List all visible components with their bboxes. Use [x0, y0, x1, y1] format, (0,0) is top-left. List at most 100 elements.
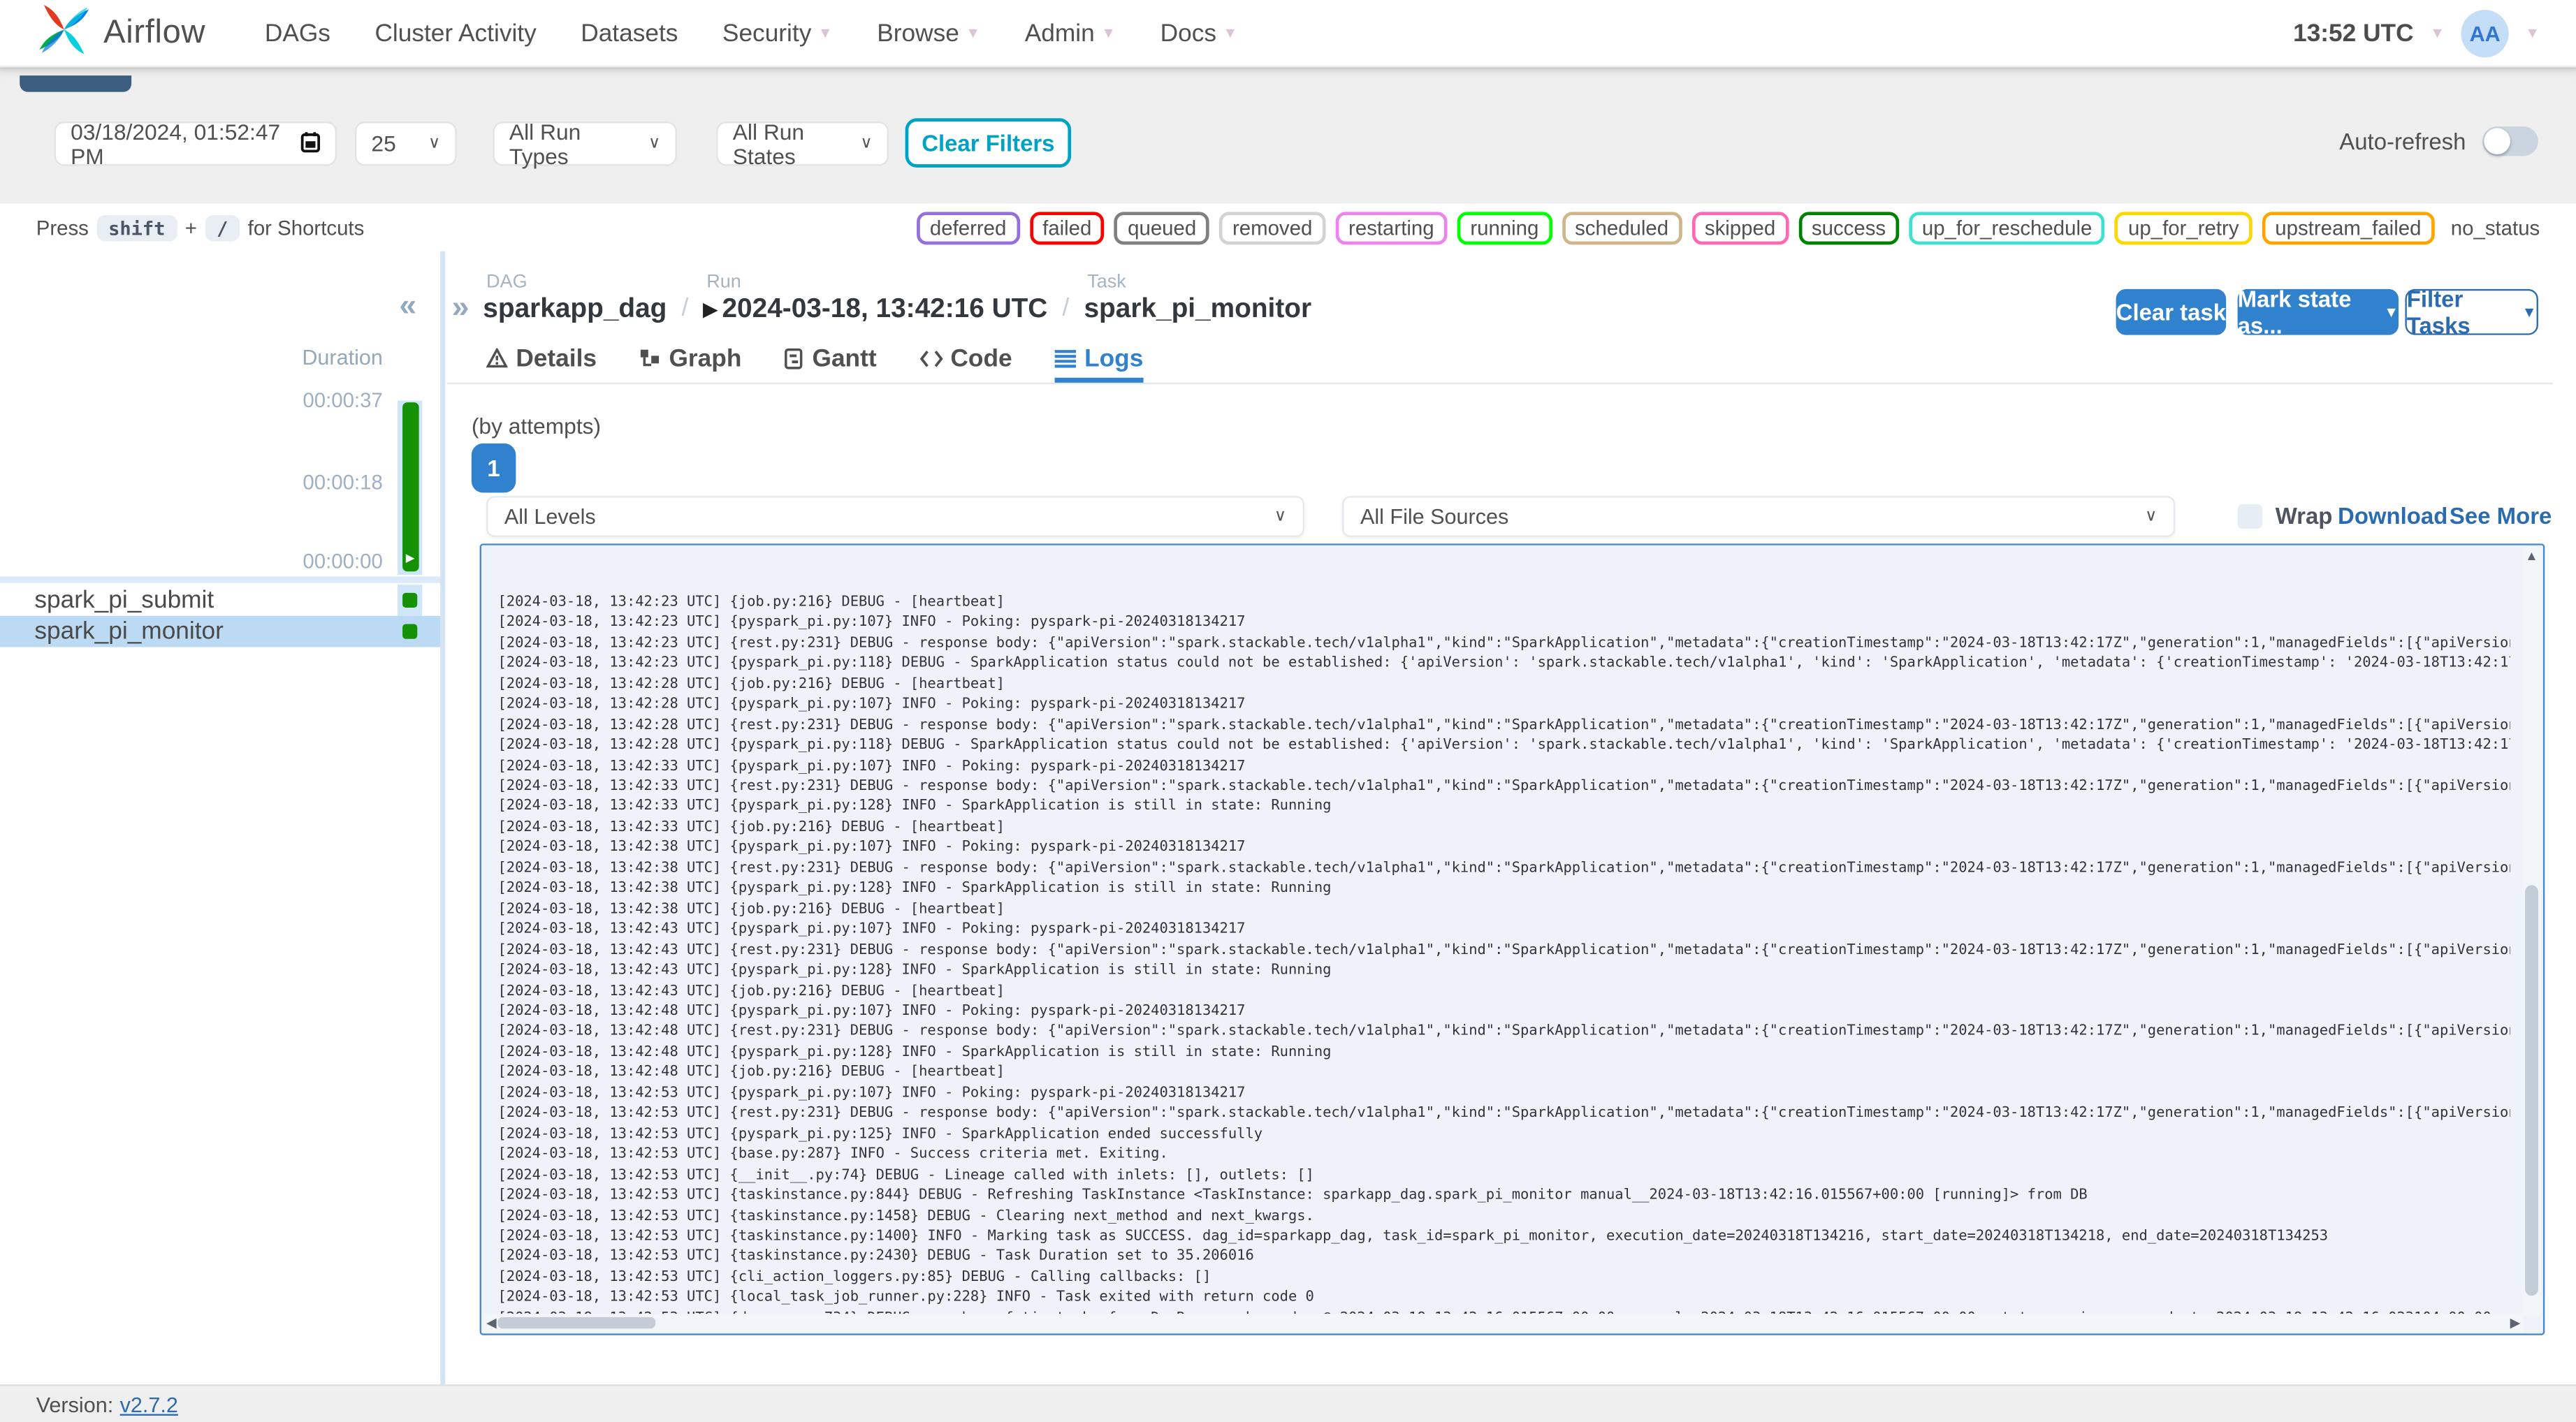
chevron-down-icon: ▼	[2384, 304, 2399, 321]
collapse-sidebar-button[interactable]: «	[399, 289, 416, 325]
scroll-right-icon[interactable]: ▶	[2510, 1315, 2520, 1330]
shift-key: shift	[96, 214, 177, 241]
state-badge[interactable]: up_for_retry	[2115, 211, 2253, 244]
nav-item-docs[interactable]: Docs ▼	[1160, 19, 1238, 47]
tab-graph[interactable]: Graph	[639, 344, 741, 382]
tab-gantt[interactable]: Gantt	[785, 344, 877, 382]
vertical-scroll-thumb[interactable]	[2525, 885, 2538, 1296]
state-badge[interactable]: removed	[1219, 211, 1326, 244]
state-badge[interactable]: up_for_reschedule	[1909, 211, 2106, 244]
calendar-icon[interactable]	[300, 131, 321, 157]
log-line: [2024-03-18, 13:42:53 UTC] {taskinstance…	[497, 1249, 1254, 1266]
wrap-checkbox[interactable]	[2237, 503, 2262, 528]
task-row-spark-pi-monitor[interactable]: spark_pi_monitor	[0, 615, 441, 647]
tab-logs[interactable]: Logs	[1054, 344, 1144, 383]
state-badge[interactable]: failed	[1029, 211, 1105, 244]
state-badge[interactable]: skipped	[1691, 211, 1789, 244]
airflow-brand[interactable]: Airflow	[36, 1, 205, 65]
log-line: [2024-03-18, 13:42:43 UTC] {job.py:216} …	[497, 983, 1005, 999]
mark-state-button[interactable]: Mark state as... ▼	[2237, 286, 2399, 338]
state-badge[interactable]: scheduled	[1562, 211, 1682, 244]
chevron-down-icon: ▼	[2522, 304, 2537, 321]
version-label: Version:	[36, 1391, 114, 1417]
nav-item-datasets[interactable]: Datasets	[581, 19, 678, 47]
dag-link[interactable]: sparkapp_dag	[483, 294, 667, 325]
run-link[interactable]: ▶ 2024-03-18, 13:42:16 UTC	[704, 294, 1048, 325]
top-navbar: Airflow DAGs Cluster Activity Datasets S…	[0, 0, 2576, 68]
horizontal-scroll-thumb[interactable]	[497, 1317, 656, 1329]
clear-task-button[interactable]: Clear task	[2116, 288, 2227, 335]
state-badge[interactable]: upstream_failed	[2262, 211, 2435, 244]
task-status-square-success[interactable]	[402, 592, 418, 608]
breadcrumb-task: Task spark_pi_monitor	[1084, 272, 1311, 325]
logs-list-icon	[1054, 349, 1077, 367]
log-line: [2024-03-18, 13:42:38 UTC] {pyspark_pi.p…	[497, 880, 1332, 897]
state-badge[interactable]: restarting	[1335, 211, 1448, 244]
toggle-knob	[2484, 128, 2510, 155]
log-line: [2024-03-18, 13:42:38 UTC] {rest.py:231}…	[497, 860, 2510, 877]
no-status-label[interactable]: no_status	[2451, 216, 2540, 239]
chevron-down-icon[interactable]: ▼	[2525, 24, 2540, 41]
chevron-down-icon: ∨	[1274, 507, 1287, 526]
task-row-spark-pi-submit[interactable]: spark_pi_submit	[0, 585, 440, 616]
log-line: [2024-03-18, 13:42:48 UTC] {pyspark_pi.p…	[497, 1044, 1332, 1061]
clear-filters-button[interactable]: Clear Filters	[905, 118, 1072, 168]
legend-row: Press shift + / for Shortcuts deferred f…	[0, 203, 2576, 251]
log-line: [2024-03-18, 13:42:23 UTC] {pyspark_pi.p…	[497, 615, 1246, 631]
utc-clock[interactable]: 13:52 UTC	[2293, 19, 2413, 47]
run-states-select[interactable]: All Run States ∨	[716, 119, 889, 168]
avatar[interactable]: AA	[2461, 8, 2509, 57]
log-line: [2024-03-18, 13:42:53 UTC] {taskinstance…	[497, 1187, 2088, 1204]
nav-item-admin[interactable]: Admin ▼	[1025, 19, 1116, 47]
log-line: [2024-03-18, 13:42:48 UTC] {rest.py:231}…	[497, 1023, 2510, 1041]
auto-refresh-toggle[interactable]	[2482, 126, 2538, 156]
log-line: [2024-03-18, 13:42:33 UTC] {rest.py:231}…	[497, 778, 2510, 796]
log-line: [2024-03-18, 13:42:53 UTC] {local_task_j…	[497, 1289, 1314, 1307]
clipped-button-fragment[interactable]	[20, 75, 132, 92]
log-level-select[interactable]: All Levels ∨	[486, 496, 1305, 537]
scroll-up-icon[interactable]: ▲	[2522, 550, 2541, 564]
page-size-select[interactable]: 25 ∨	[354, 122, 457, 166]
scroll-left-icon[interactable]: ◀	[486, 1315, 496, 1330]
log-source-select[interactable]: All File Sources ∨	[1342, 496, 2176, 537]
log-line: [2024-03-18, 13:42:28 UTC] {pyspark_pi.p…	[497, 737, 2510, 754]
horizontal-scrollbar[interactable]: ◀ ▶	[483, 1314, 2524, 1332]
nav-item-security[interactable]: Security ▼	[722, 19, 833, 47]
date-filter-input[interactable]: 03/18/2024, 01:52:47 PM	[54, 119, 337, 168]
task-name[interactable]: spark_pi_submit	[34, 586, 214, 614]
log-output-panel[interactable]: [2024-03-18, 13:42:23 UTC] {job.py:216} …	[479, 543, 2545, 1335]
chevron-down-icon[interactable]: ▼	[2430, 24, 2445, 41]
log-line: [2024-03-18, 13:42:48 UTC] {pyspark_pi.p…	[497, 1003, 1246, 1020]
dag-run-duration-bar[interactable]	[402, 402, 419, 572]
version-link[interactable]: v2.7.2	[120, 1392, 178, 1416]
task-name[interactable]: spark_pi_monitor	[34, 617, 224, 645]
log-line: [2024-03-18, 13:42:53 UTC] {pyspark_pi.p…	[497, 1085, 1246, 1102]
log-line: [2024-03-18, 13:42:53 UTC] {cli_action_l…	[497, 1269, 1211, 1286]
panel-divider[interactable]	[440, 251, 446, 1385]
state-badge[interactable]: success	[1798, 211, 1899, 244]
task-link[interactable]: spark_pi_monitor	[1084, 294, 1311, 325]
state-badge[interactable]: deferred	[917, 211, 1020, 244]
filter-tasks-button[interactable]: Filter Tasks ▼	[2405, 286, 2538, 338]
log-line: [2024-03-18, 13:42:23 UTC] {job.py:216} …	[497, 594, 1005, 611]
attempt-1-button[interactable]: 1	[471, 443, 516, 493]
expand-panel-button[interactable]: »	[452, 291, 470, 327]
tab-code[interactable]: Code	[919, 344, 1012, 382]
airflow-logo-icon	[36, 1, 92, 65]
nav-item-browse[interactable]: Browse ▼	[877, 19, 980, 47]
chevron-down-icon: ∨	[2145, 507, 2157, 526]
manual-run-icon: ▶	[405, 553, 415, 565]
state-badge[interactable]: queued	[1114, 211, 1210, 244]
task-status-square-success[interactable]	[402, 624, 418, 639]
see-more-link[interactable]: See More	[2450, 503, 2552, 529]
tab-details[interactable]: Details	[486, 344, 597, 382]
log-line: [2024-03-18, 13:42:28 UTC] {rest.py:231}…	[497, 717, 2510, 734]
nav-item-dags[interactable]: DAGs	[265, 19, 330, 47]
download-log-link[interactable]: Download	[2338, 503, 2447, 529]
chevron-down-icon: ▼	[966, 24, 981, 41]
vertical-scrollbar[interactable]: ▲	[2522, 547, 2542, 1316]
run-types-select[interactable]: All Run Types ∨	[493, 119, 677, 168]
nav-item-cluster-activity[interactable]: Cluster Activity	[374, 19, 536, 47]
state-badge[interactable]: running	[1457, 211, 1552, 244]
slash-key: /	[205, 214, 240, 241]
